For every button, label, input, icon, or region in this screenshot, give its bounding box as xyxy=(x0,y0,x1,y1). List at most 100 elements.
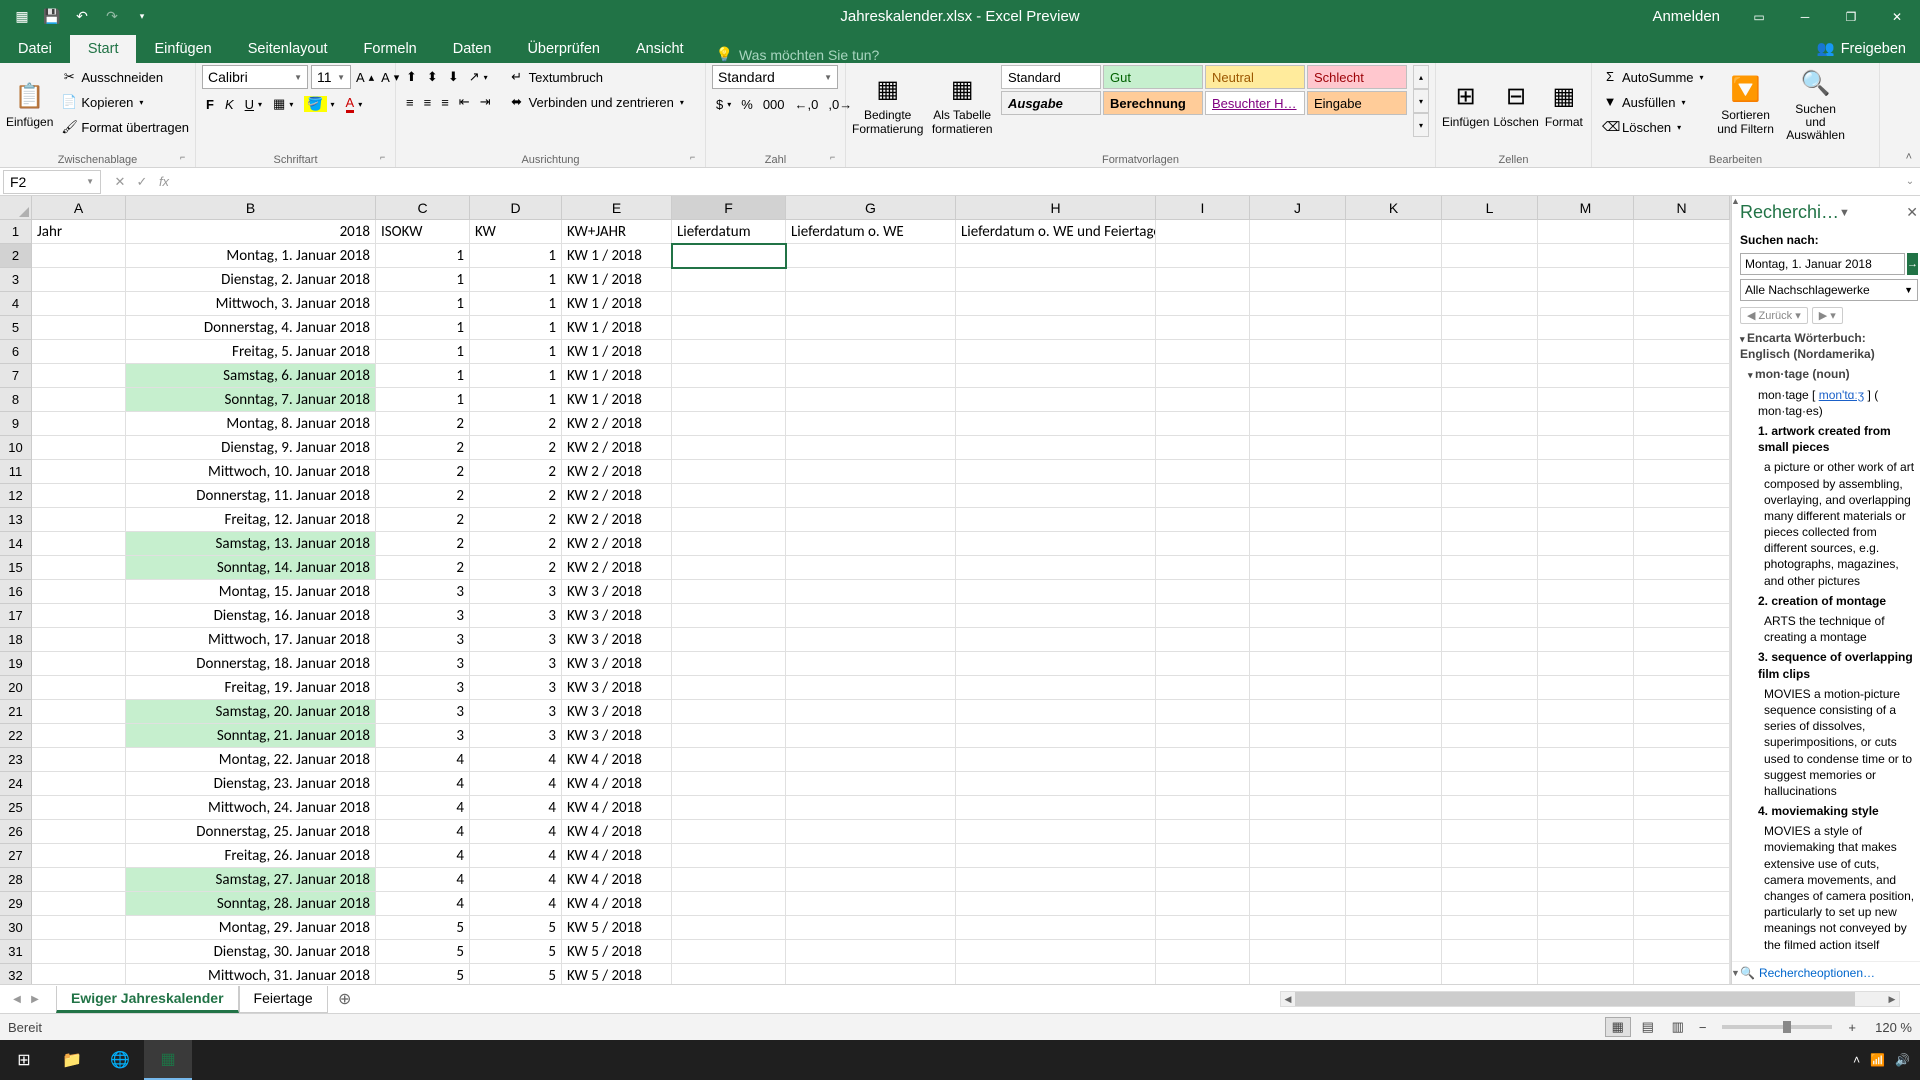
cell[interactable] xyxy=(786,460,956,484)
cell[interactable] xyxy=(1442,724,1538,748)
cell[interactable] xyxy=(1250,628,1346,652)
cell[interactable] xyxy=(956,748,1156,772)
cell[interactable] xyxy=(1442,364,1538,388)
formula-input[interactable] xyxy=(180,170,1900,194)
cell[interactable] xyxy=(956,772,1156,796)
cell[interactable]: 1 xyxy=(470,244,562,268)
launcher-icon[interactable]: ⌐ xyxy=(830,152,842,164)
row-header[interactable]: 32 xyxy=(0,964,32,984)
insert-cells-button[interactable]: ⊞Einfügen xyxy=(1442,65,1489,145)
cell[interactable]: KW 2 / 2018 xyxy=(562,436,672,460)
column-header-D[interactable]: D xyxy=(470,196,562,220)
research-forward-button[interactable]: ▶ ▾ xyxy=(1812,307,1843,324)
cell[interactable] xyxy=(32,844,126,868)
ribbon-display-options[interactable]: ▭ xyxy=(1736,0,1782,33)
cell[interactable]: Dienstag, 9. Januar 2018 xyxy=(126,436,376,460)
cell[interactable] xyxy=(1156,652,1250,676)
cell[interactable]: 1 xyxy=(376,292,470,316)
cell[interactable] xyxy=(32,628,126,652)
research-options-link[interactable]: 🔍Rechercheoptionen… xyxy=(1732,961,1920,984)
cell[interactable] xyxy=(786,268,956,292)
cell[interactable] xyxy=(1634,700,1730,724)
cell[interactable]: KW 3 / 2018 xyxy=(562,652,672,676)
cell-style-gut[interactable]: Gut xyxy=(1103,65,1203,89)
cell[interactable] xyxy=(672,316,786,340)
taskbar-edge[interactable]: 🌐 xyxy=(96,1040,144,1080)
research-back-button[interactable]: ◀ Zurück ▾ xyxy=(1740,307,1808,324)
cell[interactable] xyxy=(1634,628,1730,652)
cell[interactable] xyxy=(786,484,956,508)
cell[interactable]: Dienstag, 16. Januar 2018 xyxy=(126,604,376,628)
row-header[interactable]: 9 xyxy=(0,412,32,436)
cell[interactable] xyxy=(786,892,956,916)
research-go-button[interactable]: → xyxy=(1907,253,1918,275)
font-color-button[interactable]: A▾ xyxy=(342,92,367,116)
cell[interactable]: Montag, 8. Januar 2018 xyxy=(126,412,376,436)
pane-close-button[interactable]: ✕ xyxy=(1906,204,1918,221)
cell[interactable] xyxy=(1538,532,1634,556)
cell[interactable] xyxy=(32,364,126,388)
cell[interactable]: 4 xyxy=(470,772,562,796)
cell[interactable] xyxy=(1156,892,1250,916)
cell[interactable] xyxy=(956,436,1156,460)
cell[interactable]: KW 1 / 2018 xyxy=(562,292,672,316)
research-search-input[interactable] xyxy=(1740,253,1905,275)
save-button[interactable]: 💾 xyxy=(38,3,66,31)
cell[interactable] xyxy=(672,340,786,364)
cell[interactable] xyxy=(1250,820,1346,844)
cell[interactable] xyxy=(956,556,1156,580)
ribbon-tab-datei[interactable]: Datei xyxy=(0,35,70,63)
row-header[interactable]: 16 xyxy=(0,580,32,604)
account-signin[interactable]: Anmelden xyxy=(1636,8,1736,25)
cell[interactable] xyxy=(1250,484,1346,508)
close-button[interactable]: ✕ xyxy=(1874,0,1920,33)
accounting-format-button[interactable]: $▾ xyxy=(712,92,735,116)
row-header[interactable]: 27 xyxy=(0,844,32,868)
cell[interactable] xyxy=(956,244,1156,268)
start-button[interactable]: ⊞ xyxy=(0,1040,48,1080)
cell[interactable]: Freitag, 19. Januar 2018 xyxy=(126,676,376,700)
pane-menu-button[interactable]: ▼ xyxy=(1839,207,1850,219)
cell[interactable] xyxy=(1538,652,1634,676)
cell[interactable] xyxy=(956,604,1156,628)
cell[interactable] xyxy=(1538,772,1634,796)
cell[interactable] xyxy=(1346,868,1442,892)
cell[interactable]: KW 2 / 2018 xyxy=(562,460,672,484)
cell[interactable] xyxy=(1634,844,1730,868)
horizontal-scrollbar[interactable]: ◀▶ xyxy=(1280,991,1900,1007)
cell[interactable] xyxy=(1442,964,1538,984)
cell[interactable] xyxy=(1442,340,1538,364)
cell[interactable] xyxy=(672,556,786,580)
cell[interactable] xyxy=(1250,220,1346,244)
cell[interactable] xyxy=(1250,940,1346,964)
row-header[interactable]: 23 xyxy=(0,748,32,772)
cell[interactable]: 5 xyxy=(470,940,562,964)
cell[interactable] xyxy=(1156,796,1250,820)
cell[interactable]: Sonntag, 14. Januar 2018 xyxy=(126,556,376,580)
cell[interactable] xyxy=(1250,604,1346,628)
cell[interactable] xyxy=(1156,244,1250,268)
cell[interactable] xyxy=(672,964,786,984)
cell[interactable]: 4 xyxy=(470,844,562,868)
wrap-text-button[interactable]: ↵Textumbruch xyxy=(505,65,688,89)
cell[interactable] xyxy=(1346,604,1442,628)
cell[interactable] xyxy=(956,796,1156,820)
cell[interactable]: ISOKW xyxy=(376,220,470,244)
cell[interactable] xyxy=(786,964,956,984)
cell[interactable] xyxy=(1538,484,1634,508)
cell[interactable] xyxy=(1156,484,1250,508)
cell[interactable] xyxy=(32,460,126,484)
research-dict-header[interactable]: Encarta Wörterbuch: Englisch (Nordamerik… xyxy=(1740,328,1918,364)
launcher-icon[interactable]: ⌐ xyxy=(380,152,392,164)
cell[interactable] xyxy=(1634,364,1730,388)
cell[interactable] xyxy=(1442,412,1538,436)
taskbar-explorer[interactable]: 📁 xyxy=(48,1040,96,1080)
cell[interactable] xyxy=(956,652,1156,676)
decrease-indent-button[interactable]: ⇤ xyxy=(455,90,474,114)
cell[interactable] xyxy=(1250,796,1346,820)
cell[interactable] xyxy=(672,652,786,676)
cell[interactable]: 1 xyxy=(470,364,562,388)
cell[interactable]: Mittwoch, 10. Januar 2018 xyxy=(126,460,376,484)
row-header[interactable]: 18 xyxy=(0,628,32,652)
cell[interactable]: 4 xyxy=(376,820,470,844)
